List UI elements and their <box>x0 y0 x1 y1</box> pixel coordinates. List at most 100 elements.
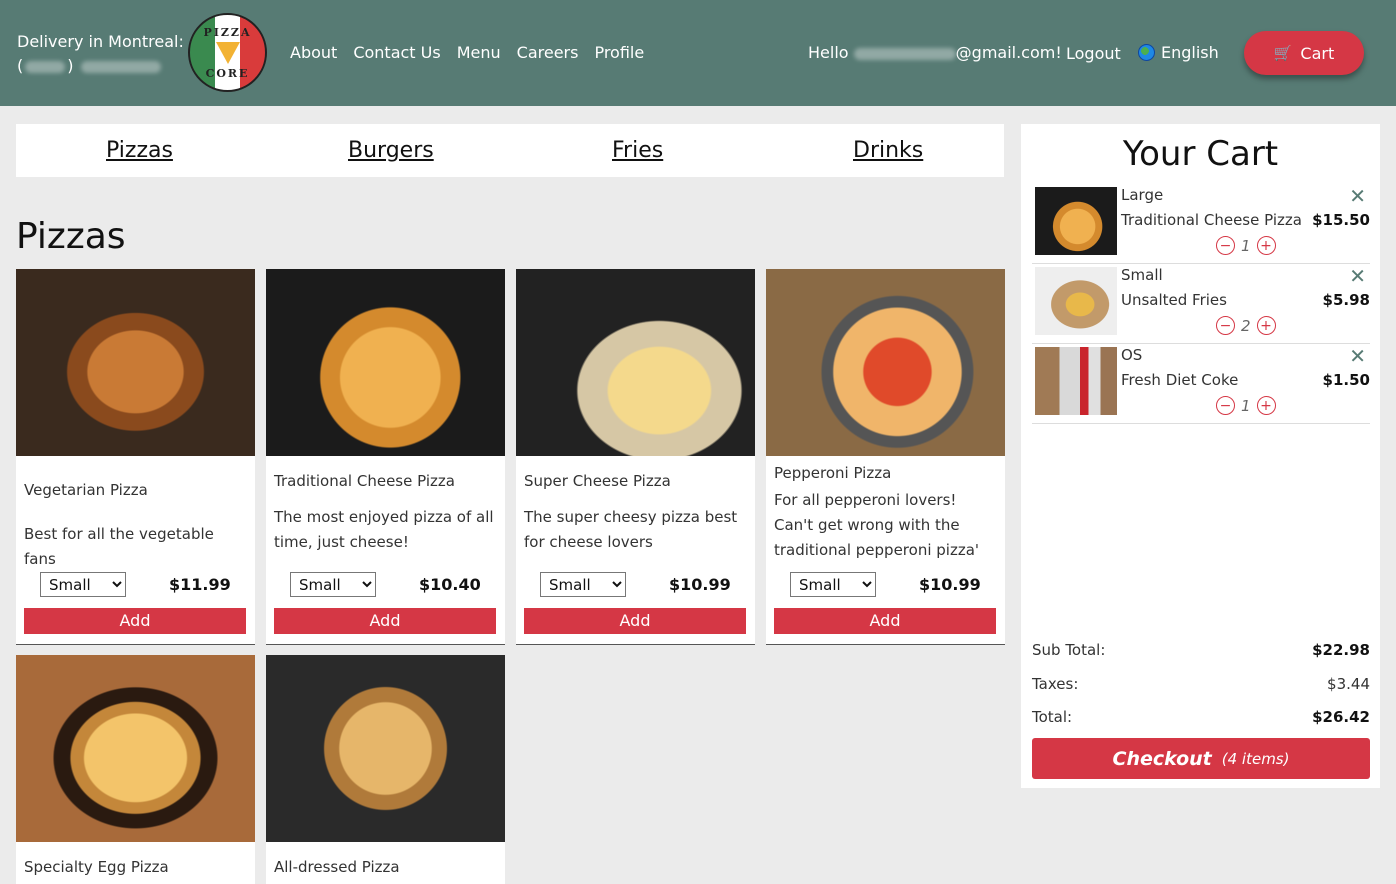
subtotal-row: Sub Total: $22.98 <box>1032 641 1370 659</box>
product-price: $10.99 <box>669 575 731 594</box>
cart-item-image <box>1035 347 1117 415</box>
cart-button-label: Cart <box>1300 43 1335 63</box>
product-description: For all pepperoni lovers! Can't get wron… <box>774 491 980 559</box>
size-select[interactable]: Small <box>40 572 126 597</box>
cart-item-qty: 1 <box>1241 236 1251 255</box>
user-greeting: Hello @gmail.com! <box>808 43 1062 62</box>
product-image[interactable] <box>16 269 255 456</box>
phone-area-redacted <box>25 60 66 73</box>
cart-item-name: Unsalted Fries <box>1121 291 1227 309</box>
language-label: English <box>1161 43 1219 62</box>
subtotal-value: $22.98 <box>1312 641 1370 659</box>
category-pizzas[interactable]: Pizzas <box>106 138 173 163</box>
product-description: The most enjoyed pizza of all time, just… <box>274 508 494 551</box>
add-button[interactable]: Add <box>774 608 996 634</box>
size-select[interactable]: Small <box>290 572 376 597</box>
product-card: Super Cheese Pizza The super cheesy pizz… <box>516 269 755 645</box>
remove-item-icon[interactable]: ✕ <box>1349 264 1366 288</box>
taxes-value: $3.44 <box>1327 675 1370 693</box>
top-header: Delivery in Montreal: () PIZZA CORE Abou… <box>0 0 1396 106</box>
product-card: Specialty Egg Pizza <box>16 655 255 884</box>
quantity-stepper: − 1 + <box>1216 236 1276 255</box>
category-burgers[interactable]: Burgers <box>348 138 434 163</box>
cart-panel: Your Cart Large Traditional Cheese Pizza… <box>1021 124 1380 788</box>
cart-item-price: $1.50 <box>1322 371 1370 389</box>
minus-icon[interactable]: − <box>1216 236 1235 255</box>
add-button[interactable]: Add <box>274 608 496 634</box>
delivery-label: Delivery in Montreal: <box>17 32 184 51</box>
remove-item-icon[interactable]: ✕ <box>1349 344 1366 368</box>
product-image[interactable] <box>766 269 1005 456</box>
cart-item-name: Traditional Cheese Pizza <box>1121 211 1302 229</box>
main-nav: About Contact Us Menu Careers Profile <box>290 43 644 62</box>
product-name: Vegetarian Pizza <box>24 481 148 499</box>
delivery-info: Delivery in Montreal: () <box>17 30 184 78</box>
product-price: $10.40 <box>419 575 481 594</box>
category-bar: Pizzas Burgers Fries Drinks <box>16 124 1004 177</box>
product-image[interactable] <box>16 655 255 842</box>
total-value: $26.42 <box>1312 708 1370 726</box>
pizza-slice-icon <box>215 41 240 64</box>
plus-icon[interactable]: + <box>1256 396 1276 415</box>
product-name: All-dressed Pizza <box>274 858 400 876</box>
cart-button[interactable]: 🛒 Cart <box>1244 31 1364 75</box>
nav-profile[interactable]: Profile <box>594 43 644 62</box>
product-card: Vegetarian Pizza Best for all the vegeta… <box>16 269 255 645</box>
size-select[interactable]: Small <box>790 572 876 597</box>
cart-item-qty: 2 <box>1241 316 1251 335</box>
product-card: Traditional Cheese Pizza The most enjoye… <box>266 269 505 645</box>
product-name: Pepperoni Pizza <box>774 464 892 482</box>
delivery-phone: () <box>17 54 184 78</box>
quantity-stepper: − 1 + <box>1216 396 1276 415</box>
cart-item: Large Traditional Cheese Pizza $15.50 ✕ … <box>1032 184 1370 264</box>
checkout-button[interactable]: Checkout (4 items) <box>1032 738 1370 779</box>
language-selector[interactable]: English <box>1138 43 1219 62</box>
product-price: $10.99 <box>919 575 981 594</box>
logo-text-bottom: CORE <box>205 66 250 80</box>
globe-icon <box>1138 44 1155 61</box>
logo-text-top: PIZZA <box>203 25 252 39</box>
total-label: Total: <box>1032 708 1073 726</box>
phone-number-redacted <box>80 60 161 73</box>
product-name: Specialty Egg Pizza <box>24 858 169 876</box>
pizza-core-logo[interactable]: PIZZA CORE <box>188 13 267 92</box>
product-image[interactable] <box>266 269 505 456</box>
cart-item-image <box>1035 267 1117 335</box>
cart-item-price: $5.98 <box>1322 291 1370 309</box>
cart-item-size: OS <box>1121 346 1143 364</box>
cart-title: Your Cart <box>1122 134 1279 174</box>
remove-item-icon[interactable]: ✕ <box>1349 184 1366 208</box>
minus-icon[interactable]: − <box>1216 396 1235 415</box>
product-card: Pepperoni Pizza For all pepperoni lovers… <box>766 269 1005 645</box>
product-card: All-dressed Pizza <box>266 655 505 884</box>
nav-menu[interactable]: Menu <box>457 43 501 62</box>
product-image[interactable] <box>266 655 505 842</box>
size-select[interactable]: Small <box>540 572 626 597</box>
logout-link[interactable]: Logout <box>1066 44 1121 63</box>
category-fries[interactable]: Fries <box>612 138 663 163</box>
product-price: $11.99 <box>169 575 231 594</box>
nav-contact-us[interactable]: Contact Us <box>353 43 440 62</box>
add-button[interactable]: Add <box>24 608 246 634</box>
cart-item-size: Small <box>1121 266 1163 284</box>
plus-icon[interactable]: + <box>1256 316 1276 335</box>
checkout-item-count: (4 items) <box>1221 749 1290 768</box>
add-button[interactable]: Add <box>524 608 746 634</box>
checkout-label: Checkout <box>1112 747 1212 770</box>
taxes-label: Taxes: <box>1032 675 1079 693</box>
cart-item-qty: 1 <box>1241 396 1251 415</box>
cart-item-name: Fresh Diet Coke <box>1121 371 1239 389</box>
nav-careers[interactable]: Careers <box>517 43 579 62</box>
product-name: Super Cheese Pizza <box>524 472 671 490</box>
cart-item-image <box>1035 187 1117 255</box>
cart-item-price: $15.50 <box>1312 211 1370 229</box>
cart-item: Small Unsalted Fries $5.98 ✕ − 2 + <box>1032 264 1370 344</box>
shopping-cart-icon: 🛒 <box>1273 44 1293 62</box>
plus-icon[interactable]: + <box>1256 236 1276 255</box>
email-redacted <box>853 47 956 60</box>
nav-about[interactable]: About <box>290 43 337 62</box>
category-drinks[interactable]: Drinks <box>853 138 923 163</box>
product-image[interactable] <box>516 269 755 456</box>
minus-icon[interactable]: − <box>1216 316 1235 335</box>
product-description: The super cheesy pizza best for cheese l… <box>524 508 738 551</box>
